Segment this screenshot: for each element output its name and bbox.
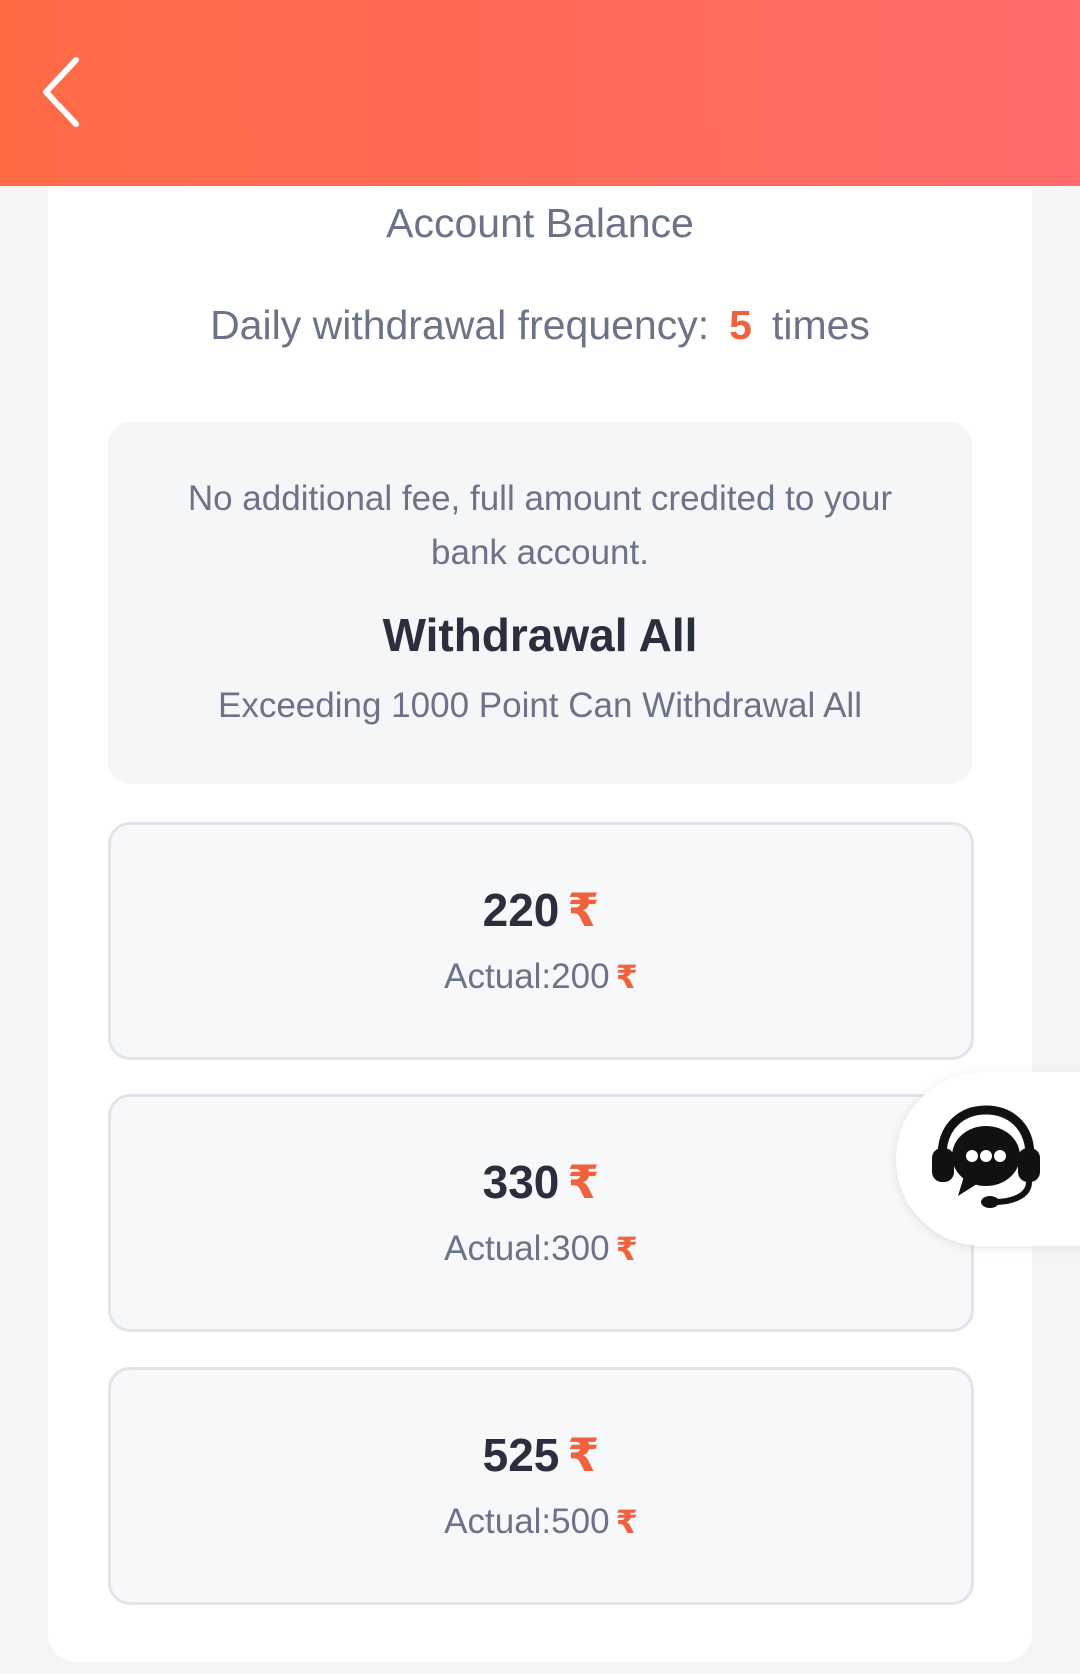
frequency-label: Daily withdrawal frequency: — [210, 302, 710, 348]
amount-value: 220 — [482, 884, 560, 936]
back-button[interactable] — [38, 52, 98, 132]
header-bar — [0, 0, 1080, 186]
rupee-icon: ₹ — [615, 959, 638, 995]
option-amount: 330 ₹ — [111, 1155, 971, 1209]
frequency-count: 5 — [729, 302, 752, 348]
option-actual: Actual:200 ₹ — [111, 957, 971, 997]
rupee-icon: ₹ — [615, 1504, 638, 1540]
rupee-icon: ₹ — [615, 1231, 638, 1267]
withdraw-option-330[interactable]: 330 ₹ Actual:300 ₹ — [108, 1094, 974, 1332]
amount-value: 330 — [482, 1156, 560, 1208]
actual-value: Actual:500 — [444, 1502, 610, 1541]
customer-support-headset-icon — [932, 1105, 1040, 1208]
rupee-icon: ₹ — [567, 1429, 600, 1481]
withdrawal-frequency: Daily withdrawal frequency: 5 times — [0, 302, 1080, 349]
actual-value: Actual:200 — [444, 957, 610, 996]
withdraw-option-525[interactable]: 525 ₹ Actual:500 ₹ — [108, 1367, 974, 1605]
withdraw-all-info-box[interactable]: No additional fee, full amount credited … — [108, 422, 972, 784]
option-actual: Actual:300 ₹ — [111, 1229, 971, 1269]
account-balance-title: Account Balance — [386, 200, 694, 246]
actual-value: Actual:300 — [444, 1229, 610, 1268]
no-fee-notice: No additional fee, full amount credited … — [187, 479, 893, 572]
withdraw-all-subtitle: Exceeding 1000 Point Can Withdrawal All — [218, 686, 862, 725]
withdraw-all-title: Withdrawal All — [382, 609, 698, 661]
chevron-left-icon — [43, 57, 79, 127]
rupee-icon: ₹ — [567, 1156, 600, 1208]
frequency-unit: times — [771, 302, 870, 348]
withdraw-option-220[interactable]: 220 ₹ Actual:200 ₹ — [108, 822, 974, 1060]
rupee-icon: ₹ — [567, 884, 600, 936]
option-actual: Actual:500 ₹ — [111, 1502, 971, 1542]
option-amount: 220 ₹ — [111, 883, 971, 937]
option-amount: 525 ₹ — [111, 1428, 971, 1482]
amount-value: 525 — [482, 1429, 560, 1481]
customer-support-button[interactable] — [896, 1072, 1080, 1246]
